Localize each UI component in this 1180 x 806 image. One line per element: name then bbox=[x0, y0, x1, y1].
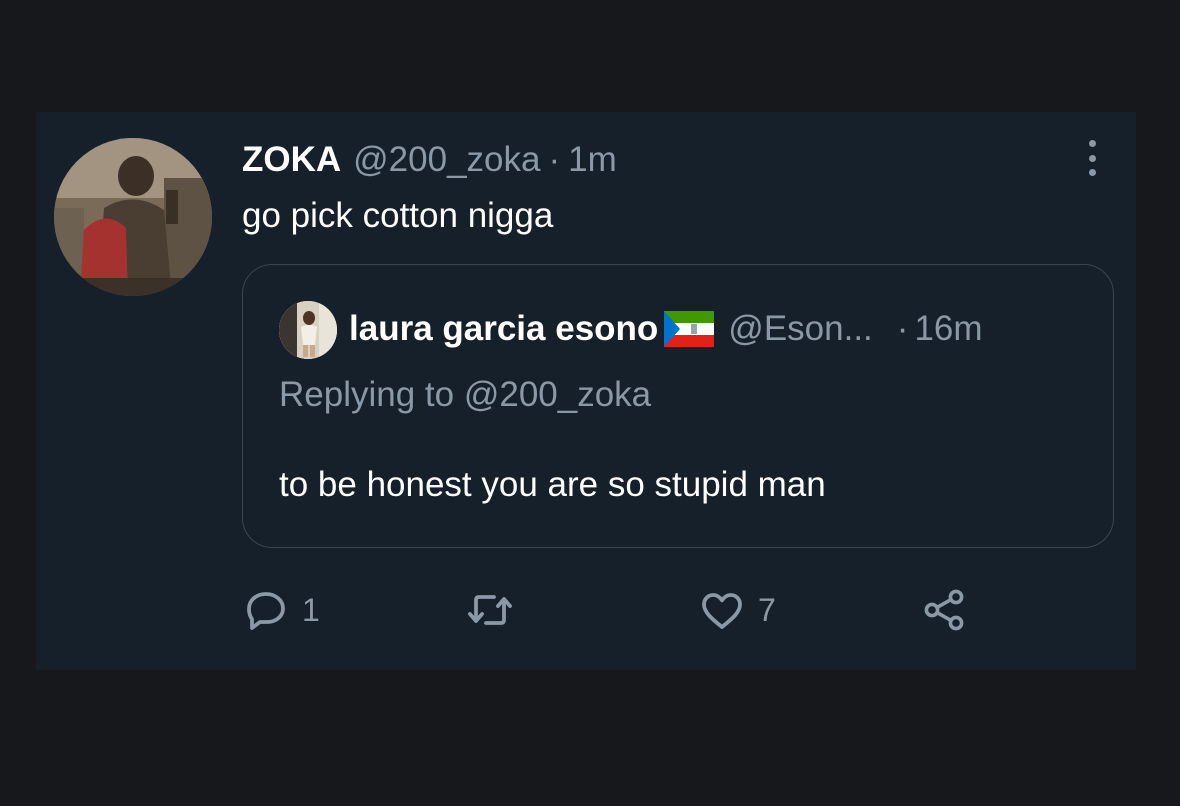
retweet-button[interactable] bbox=[466, 582, 514, 638]
more-dot bbox=[1088, 140, 1096, 147]
header-separator: · bbox=[548, 140, 561, 179]
tweet-timestamp[interactable]: 1m bbox=[568, 140, 617, 180]
quoted-author-avatar-image bbox=[279, 301, 337, 359]
tweet-header: ZOKA @200_zoka · 1m bbox=[242, 138, 617, 182]
heart-icon bbox=[702, 593, 742, 629]
quoted-tweet[interactable]: laura garcia esono @Eson... · 16m Replyi… bbox=[242, 264, 1114, 548]
more-dot bbox=[1088, 154, 1096, 162]
share-button[interactable] bbox=[920, 582, 968, 638]
author-display-name[interactable]: ZOKA bbox=[242, 140, 341, 180]
quoted-header-separator: · bbox=[896, 309, 909, 348]
quoted-tweet-timestamp[interactable]: 16m bbox=[914, 309, 982, 349]
author-avatar-image bbox=[54, 138, 212, 296]
author-handle[interactable]: @200_zoka bbox=[353, 140, 540, 180]
equatorial-guinea-flag-icon bbox=[664, 311, 715, 347]
reply-icon bbox=[247, 592, 285, 630]
like-button[interactable]: 7 bbox=[698, 582, 776, 638]
like-count: 7 bbox=[758, 591, 776, 628]
tweet-action-bar: 1 7 bbox=[242, 582, 1042, 638]
author-avatar[interactable] bbox=[54, 138, 212, 296]
retweet-icon bbox=[468, 595, 512, 625]
quoted-tweet-text: to be honest you are so stupid man bbox=[279, 465, 826, 504]
more-vertical-icon[interactable] bbox=[1084, 140, 1100, 176]
replying-to-label[interactable]: Replying to @200_zoka bbox=[279, 375, 651, 415]
share-icon bbox=[924, 589, 964, 631]
reply-count: 1 bbox=[302, 591, 320, 628]
reply-button[interactable]: 1 bbox=[242, 582, 320, 638]
tweet-card[interactable]: ZOKA @200_zoka · 1m go pick cotton nigga… bbox=[36, 112, 1136, 670]
quoted-author-display-name[interactable]: laura garcia esono bbox=[349, 309, 658, 349]
more-dot bbox=[1088, 169, 1096, 176]
quoted-author-avatar[interactable] bbox=[279, 301, 337, 359]
quoted-author-handle[interactable]: @Eson... bbox=[728, 309, 872, 349]
tweet-text: go pick cotton nigga bbox=[242, 196, 554, 235]
quoted-tweet-header: laura garcia esono @Eson... · 16m bbox=[349, 307, 983, 351]
